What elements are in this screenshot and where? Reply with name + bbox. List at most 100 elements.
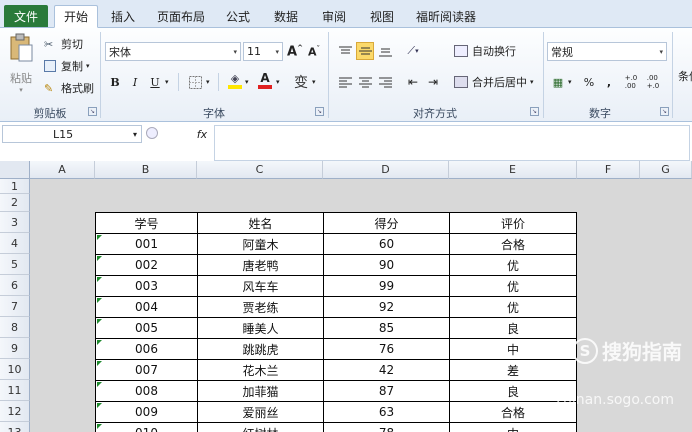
tab-home[interactable]: 开始	[54, 5, 98, 28]
font-size-select[interactable]: 11 ▾	[243, 42, 283, 61]
table-cell[interactable]: 睡美人	[197, 317, 324, 339]
conditional-format-label[interactable]: 条件	[678, 68, 692, 84]
bold-button[interactable]: B	[106, 73, 124, 91]
increase-indent-button[interactable]: ⇥	[424, 73, 442, 91]
insert-function-button[interactable]: fx	[190, 125, 214, 143]
align-middle-button[interactable]	[356, 42, 374, 60]
row-header-7[interactable]: 7	[0, 296, 30, 317]
table-cell[interactable]: 002	[95, 254, 198, 276]
copy-button[interactable]: 复制 ▾	[44, 58, 90, 74]
table-cell[interactable]: 红树林	[197, 422, 324, 432]
row-header-11[interactable]: 11	[0, 380, 30, 401]
table-cell[interactable]: 60	[323, 233, 450, 255]
italic-button[interactable]: I	[126, 73, 144, 91]
orientation-button[interactable]: ⟋ ▾	[404, 42, 422, 60]
wrap-text-button[interactable]: 自动换行	[454, 43, 516, 59]
paste-button[interactable]: 粘贴 ▾	[6, 33, 36, 97]
table-cell[interactable]: 差	[449, 359, 577, 381]
table-header-cell[interactable]: 评价	[449, 212, 577, 234]
table-cell[interactable]: 009	[95, 401, 198, 423]
tab-file[interactable]: 文件	[4, 5, 48, 27]
align-left-button[interactable]	[336, 73, 354, 91]
row-header-13[interactable]: 13	[0, 422, 30, 432]
align-bottom-button[interactable]	[376, 42, 394, 60]
name-box[interactable]: L15 ▾	[2, 125, 142, 143]
table-cell[interactable]: 005	[95, 317, 198, 339]
font-color-button[interactable]: A	[256, 71, 274, 89]
table-cell[interactable]: 加菲猫	[197, 380, 324, 402]
table-cell[interactable]: 76	[323, 338, 450, 360]
namebox-splitter-icon[interactable]	[146, 127, 158, 139]
table-cell[interactable]: 唐老鸭	[197, 254, 324, 276]
table-cell[interactable]: 优	[449, 296, 577, 318]
underline-button[interactable]: U	[146, 73, 164, 91]
align-top-button[interactable]	[336, 42, 354, 60]
table-cell[interactable]: 中	[449, 422, 577, 432]
row-header-1[interactable]: 1	[0, 179, 30, 194]
grow-font-button[interactable]: A^	[286, 43, 304, 61]
shrink-font-button[interactable]: Aˇ	[305, 43, 323, 61]
format-painter-button[interactable]: ✎ 格式刷	[44, 80, 94, 96]
cut-button[interactable]: ✂ 剪切	[44, 36, 83, 52]
decrease-indent-button[interactable]: ⇤	[404, 73, 422, 91]
font-launcher-icon[interactable]: ↘	[315, 107, 324, 116]
table-header-cell[interactable]: 得分	[323, 212, 450, 234]
column-header-c[interactable]: C	[197, 161, 323, 179]
decrease-decimal-button[interactable]: .00 +.0	[644, 73, 662, 91]
table-cell[interactable]: 贾老练	[197, 296, 324, 318]
row-header-3[interactable]: 3	[0, 212, 30, 233]
table-cell[interactable]: 90	[323, 254, 450, 276]
row-header-2[interactable]: 2	[0, 194, 30, 212]
column-header-b[interactable]: B	[95, 161, 197, 179]
number-launcher-icon[interactable]: ↘	[660, 107, 669, 116]
alignment-launcher-icon[interactable]: ↘	[530, 107, 539, 116]
row-header-4[interactable]: 4	[0, 233, 30, 254]
percent-button[interactable]: %	[580, 73, 598, 91]
column-header-a[interactable]: A	[30, 161, 95, 179]
table-cell[interactable]: 010	[95, 422, 198, 432]
table-cell[interactable]: 42	[323, 359, 450, 381]
column-header-f[interactable]: F	[577, 161, 640, 179]
table-cell[interactable]: 008	[95, 380, 198, 402]
table-cell[interactable]: 优	[449, 275, 577, 297]
table-cell[interactable]: 阿童木	[197, 233, 324, 255]
select-all-corner[interactable]	[0, 161, 30, 179]
row-header-10[interactable]: 10	[0, 359, 30, 380]
column-header-e[interactable]: E	[449, 161, 577, 179]
table-cell[interactable]: 99	[323, 275, 450, 297]
table-cell[interactable]: 63	[323, 401, 450, 423]
table-cell[interactable]: 004	[95, 296, 198, 318]
table-cell[interactable]: 003	[95, 275, 198, 297]
table-cell[interactable]: 中	[449, 338, 577, 360]
tab-page-layout[interactable]: 页面布局	[150, 5, 212, 28]
table-cell[interactable]: 良	[449, 317, 577, 339]
table-header-cell[interactable]: 姓名	[197, 212, 324, 234]
column-header-d[interactable]: D	[323, 161, 449, 179]
table-cell[interactable]: 跳跳虎	[197, 338, 324, 360]
table-cell[interactable]: 合格	[449, 233, 577, 255]
borders-button[interactable]	[186, 73, 204, 91]
table-cell[interactable]: 78	[323, 422, 450, 432]
table-cell[interactable]: 87	[323, 380, 450, 402]
tab-data[interactable]: 数据	[266, 5, 306, 28]
table-cell[interactable]: 优	[449, 254, 577, 276]
align-right-button[interactable]	[376, 73, 394, 91]
increase-decimal-button[interactable]: +.0 .00	[622, 73, 640, 91]
merge-center-button[interactable]: 合并后居中 ▾	[454, 74, 534, 90]
formula-input[interactable]	[214, 125, 690, 161]
row-header-6[interactable]: 6	[0, 275, 30, 296]
tab-formulas[interactable]: 公式	[218, 5, 258, 28]
fill-color-button[interactable]: ◈	[226, 71, 244, 89]
table-cell[interactable]: 92	[323, 296, 450, 318]
table-cell[interactable]: 001	[95, 233, 198, 255]
number-format-select[interactable]: 常规 ▾	[547, 42, 667, 61]
table-cell[interactable]: 花木兰	[197, 359, 324, 381]
tab-view[interactable]: 视图	[362, 5, 402, 28]
row-header-5[interactable]: 5	[0, 254, 30, 275]
table-header-cell[interactable]: 学号	[95, 212, 198, 234]
row-header-9[interactable]: 9	[0, 338, 30, 359]
align-center-button[interactable]	[356, 73, 374, 91]
table-cell[interactable]: 006	[95, 338, 198, 360]
table-cell[interactable]: 爱丽丝	[197, 401, 324, 423]
table-cell[interactable]: 007	[95, 359, 198, 381]
